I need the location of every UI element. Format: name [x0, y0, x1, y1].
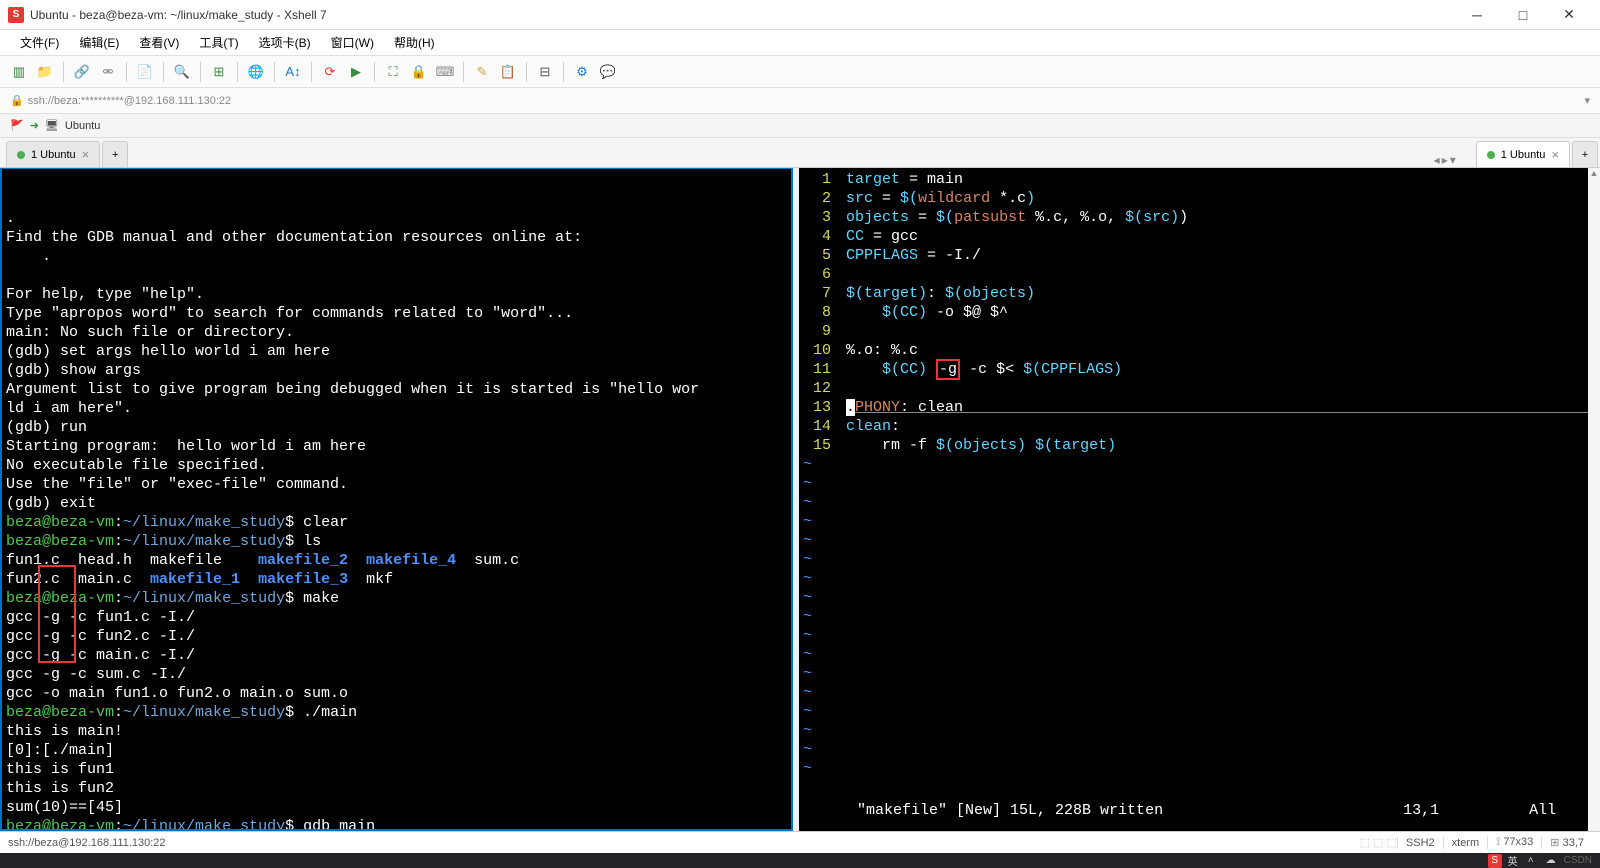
keyboard-icon[interactable]: ⌨ [434, 61, 456, 83]
arrow-icon: ➜ [30, 119, 39, 132]
tab-left-label: 1 Ubuntu [31, 149, 76, 161]
font-icon[interactable]: A↕ [282, 61, 304, 83]
status-termtype: xterm [1443, 837, 1488, 849]
new-session-icon[interactable]: ▥ [8, 61, 30, 83]
address-text: ssh://beza:**********@192.168.111.130:22 [28, 95, 231, 107]
grid-icon[interactable]: ⊞ [208, 61, 230, 83]
tab-left-ubuntu[interactable]: 1 Ubuntu × [6, 141, 100, 167]
link-icon[interactable]: 🔗 [71, 61, 93, 83]
nav-next-icon[interactable]: ▸ [1442, 153, 1448, 167]
layout-icon[interactable]: ⊟ [534, 61, 556, 83]
terminal-left[interactable]: . Find the GDB manual and other document… [0, 168, 793, 831]
tab-close-icon[interactable]: × [82, 147, 90, 162]
menu-window[interactable]: 窗口(W) [323, 31, 382, 54]
play-icon[interactable]: ▶ [345, 61, 367, 83]
tray-watermark: CSDN [1564, 855, 1592, 866]
paste-icon[interactable]: 📋 [497, 61, 519, 83]
copy-icon[interactable]: 📄 [134, 61, 156, 83]
nav-prev-icon[interactable]: ◂ [1434, 153, 1440, 167]
monitor-icon: 🖥 [45, 119, 59, 132]
help-icon[interactable]: 💬 [597, 61, 619, 83]
os-taskbar: S 英 ˄ ☁ CSDN [0, 853, 1600, 868]
tab-add-right[interactable]: + [1572, 141, 1598, 167]
status-cap-icon: ⬚ ⬚ ⬚ [1360, 836, 1397, 849]
toolbar: ▥ 📁 🔗 ⚮ 📄 🔍 ⊞ 🌐 A↕ ⟳ ▶ ⛶ 🔒 ⌨ ✎ 📋 ⊟ ⚙ 💬 [0, 56, 1600, 88]
status-dot-icon [17, 151, 25, 159]
flag-icon: 🚩 [10, 119, 24, 132]
close-button[interactable]: ✕ [1546, 1, 1592, 29]
split-panes: . Find the GDB manual and other document… [0, 168, 1600, 831]
vim-status-line: "makefile" [New] 15L, 228B written13,1Al… [799, 780, 1588, 831]
menubar: 文件(F) 编辑(E) 查看(V) 工具(T) 选项卡(B) 窗口(W) 帮助(… [0, 30, 1600, 56]
address-bar[interactable]: 🔒 ssh://beza:**********@192.168.111.130:… [0, 88, 1600, 114]
maximize-button[interactable]: □ [1500, 1, 1546, 29]
search-icon[interactable]: 🔍 [171, 61, 193, 83]
disconnect-icon[interactable]: ⚮ [97, 61, 119, 83]
menu-view[interactable]: 查看(V) [131, 31, 187, 54]
status-protocol: SSH2 [1397, 837, 1443, 849]
menu-edit[interactable]: 编辑(E) [71, 31, 127, 54]
tab-close-icon[interactable]: × [1551, 147, 1559, 162]
tray-icon[interactable]: S [1488, 854, 1502, 868]
scroll-up-icon[interactable]: ▲ [1590, 168, 1599, 178]
minimize-button[interactable]: ─ [1454, 1, 1500, 29]
tray-chevron-icon[interactable]: ˄ [1524, 854, 1538, 868]
menu-help[interactable]: 帮助(H) [386, 31, 443, 54]
settings-icon[interactable]: ⚙ [571, 61, 593, 83]
terminal-right[interactable]: 1 target = main 2 src = $(wildcard *.c) … [799, 168, 1588, 831]
scrollbar-right[interactable]: ▲ [1588, 168, 1600, 831]
refresh-icon[interactable]: ⟳ [319, 61, 341, 83]
tab-right-label: 1 Ubuntu [1501, 149, 1546, 161]
expand-icon[interactable]: ⛶ [382, 61, 404, 83]
statusbar: ssh://beza@192.168.111.130:22 ⬚ ⬚ ⬚ SSH2… [0, 831, 1600, 853]
tab-right-ubuntu[interactable]: 1 Ubuntu × [1476, 141, 1570, 167]
session-tree: 🚩 ➜ 🖥 Ubuntu [0, 114, 1600, 138]
menu-tabs[interactable]: 选项卡(B) [251, 31, 319, 54]
tray-cloud-icon[interactable]: ☁ [1544, 854, 1558, 868]
status-dot-icon [1487, 151, 1495, 159]
tab-nav-left: ◂ ▸ ▾ [1434, 153, 1464, 167]
tree-node-ubuntu[interactable]: Ubuntu [65, 120, 100, 132]
status-size: ⟟ 77x33 [1487, 836, 1541, 849]
nav-menu-icon[interactable]: ▾ [1450, 153, 1456, 167]
highlight-icon[interactable]: ✎ [471, 61, 493, 83]
open-folder-icon[interactable]: 📁 [34, 61, 56, 83]
menu-file[interactable]: 文件(F) [12, 31, 67, 54]
status-sessions: ⊞ 33,7 [1541, 836, 1592, 849]
tab-add-left[interactable]: + [102, 141, 128, 167]
tab-area: 1 Ubuntu × + ◂ ▸ ▾ 1 Ubuntu × + [0, 138, 1600, 168]
lock-small-icon: 🔒 [10, 94, 24, 107]
highlight-box-g-flags [38, 565, 76, 663]
address-dropdown-icon[interactable]: ▾ [1584, 94, 1590, 107]
globe-icon[interactable]: 🌐 [245, 61, 267, 83]
status-connection: ssh://beza@192.168.111.130:22 [8, 837, 166, 849]
window-title: Ubuntu - beza@beza-vm: ~/linux/make_stud… [30, 8, 1454, 22]
titlebar: S Ubuntu - beza@beza-vm: ~/linux/make_st… [0, 0, 1600, 30]
app-icon: S [8, 7, 24, 23]
ime-label[interactable]: 英 [1508, 853, 1518, 868]
menu-tools[interactable]: 工具(T) [191, 31, 246, 54]
lock-icon[interactable]: 🔒 [408, 61, 430, 83]
